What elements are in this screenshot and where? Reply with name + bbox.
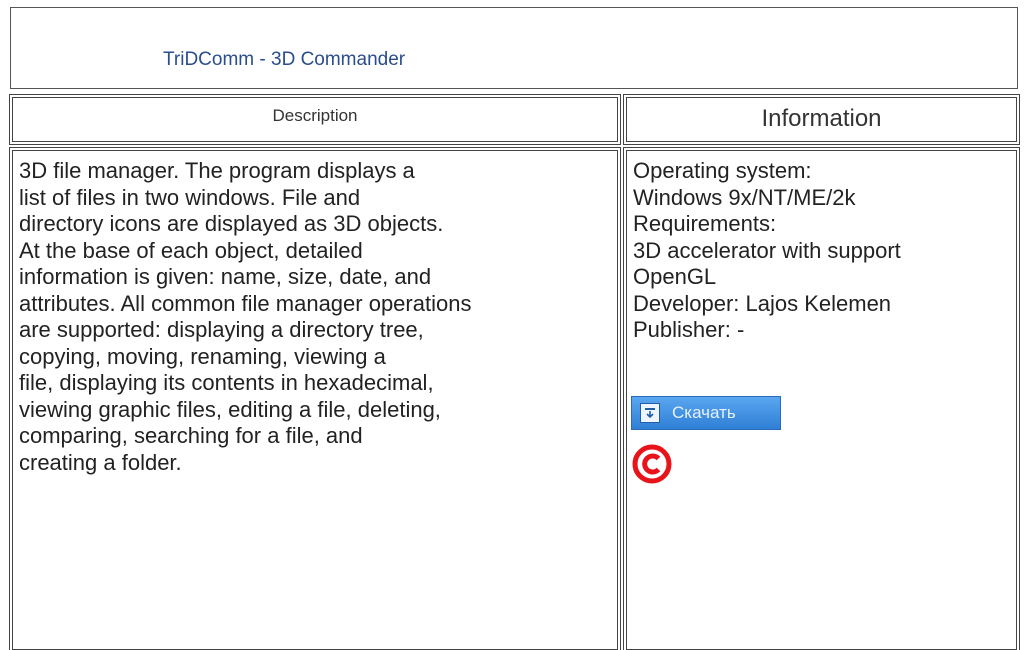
info-line: Windows 9x/NT/ME/2k <box>633 184 856 210</box>
download-button-label: Скачать <box>672 403 736 422</box>
description-header-cell: Description <box>9 94 621 145</box>
info-line: OpenGL <box>633 264 717 289</box>
title-box: TriDComm - 3D Commander <box>10 7 1018 89</box>
description-cell: 3D file manager. The program displays a … <box>9 147 621 650</box>
info-line: Operating system: <box>633 158 812 183</box>
description-header: Description <box>272 106 358 125</box>
info-line: 3D accelerator with support <box>633 237 901 263</box>
page-frame: TriDComm - 3D Commander Description Info… <box>0 0 1030 650</box>
description-line: information is given: name, size, date, … <box>19 264 432 289</box>
information-header-cell: Information <box>623 94 1020 145</box>
description-line: list of files in two windows. File and <box>19 184 361 210</box>
description-line: comparing, searching for a file, and <box>19 423 363 448</box>
information-cell: Operating system: Windows 9x/NT/ME/2k Re… <box>623 147 1020 650</box>
description-line: attributes. All common file manager oper… <box>19 290 472 316</box>
information-text: Operating system: Windows 9x/NT/ME/2k Re… <box>633 158 901 344</box>
description-line: are supported: displaying a directory tr… <box>19 317 424 342</box>
download-button[interactable]: Скачать <box>631 396 781 430</box>
description-line: file, displaying its contents in hexadec… <box>19 370 434 395</box>
description-text: 3D file manager. The program displays a … <box>19 158 471 476</box>
description-line: At the base of each object, detailed <box>19 237 363 263</box>
info-line: Requirements: <box>633 211 777 236</box>
page-title: TriDComm - 3D Commander <box>163 49 406 70</box>
description-line: directory icons are displayed as 3D obje… <box>19 211 444 236</box>
description-line: copying, moving, renaming, viewing a <box>19 343 386 369</box>
copyright-icon <box>632 444 672 484</box>
information-header: Information <box>761 105 882 132</box>
download-arrow-icon <box>640 403 660 423</box>
description-line: creating a folder. <box>19 449 182 475</box>
info-line: Publisher: - <box>633 317 745 342</box>
description-line: viewing graphic files, editing a file, d… <box>19 396 441 422</box>
info-line: Developer: Lajos Kelemen <box>633 290 892 316</box>
description-line: 3D file manager. The program displays a <box>19 158 415 183</box>
